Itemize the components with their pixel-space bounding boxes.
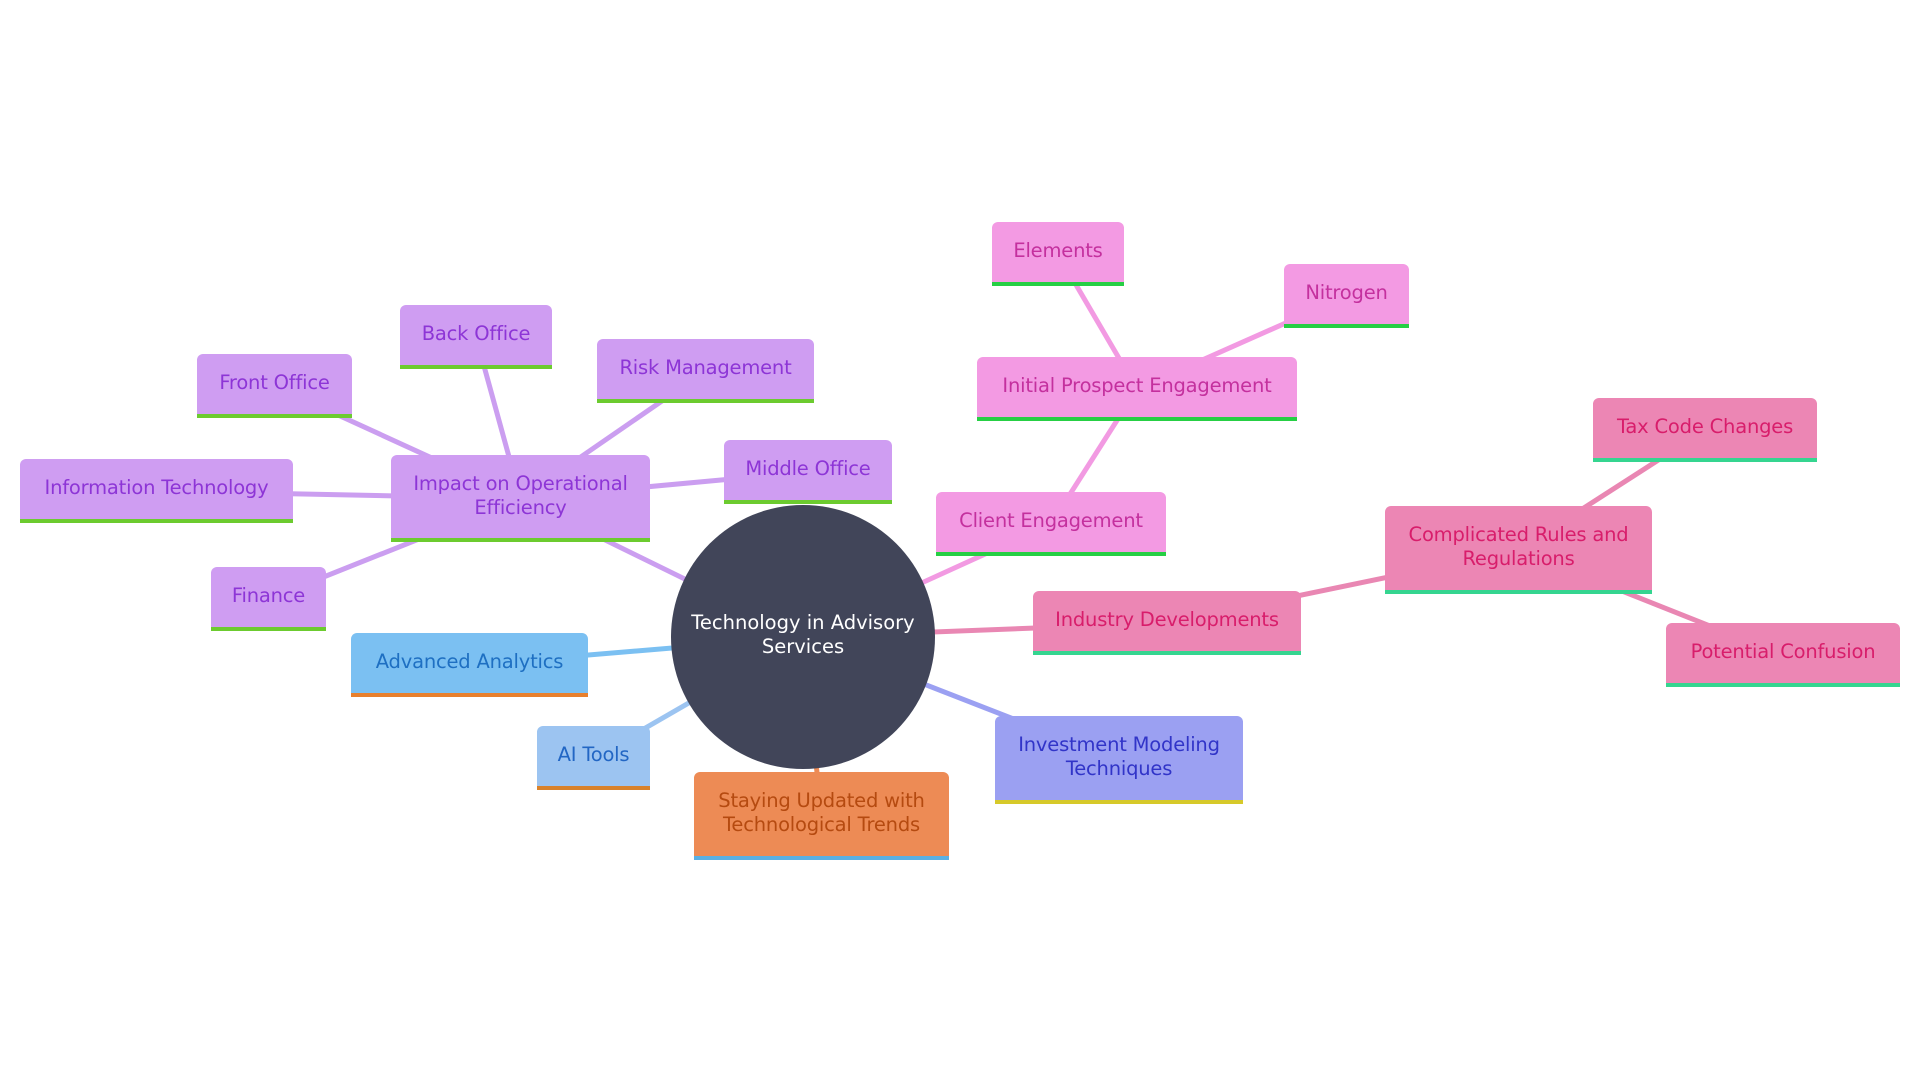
node-elements[interactable]: Elements	[992, 222, 1124, 286]
node-front-office[interactable]: Front Office	[197, 354, 352, 418]
node-industry-developments[interactable]: Industry Developments	[1033, 591, 1301, 655]
root-node-technology-in-advisory-services[interactable]: Technology in Advisory Services	[671, 505, 935, 769]
node-information-technology[interactable]: Information Technology	[20, 459, 293, 523]
node-potential-confusion[interactable]: Potential Confusion	[1666, 623, 1900, 687]
node-client-engagement[interactable]: Client Engagement	[936, 492, 1166, 556]
node-middle-office[interactable]: Middle Office	[724, 440, 892, 504]
node-finance[interactable]: Finance	[211, 567, 326, 631]
node-complicated-rules-and-regulations[interactable]: Complicated Rules and Regulations	[1385, 506, 1652, 594]
node-nitrogen[interactable]: Nitrogen	[1284, 264, 1409, 328]
node-advanced-analytics[interactable]: Advanced Analytics	[351, 633, 588, 697]
node-ai-tools[interactable]: AI Tools	[537, 726, 650, 790]
node-tax-code-changes[interactable]: Tax Code Changes	[1593, 398, 1817, 462]
node-impact-on-operational-efficiency[interactable]: Impact on Operational Efficiency	[391, 455, 650, 542]
node-risk-management[interactable]: Risk Management	[597, 339, 814, 403]
node-staying-updated-with-technological-trends[interactable]: Staying Updated with Technological Trend…	[694, 772, 949, 860]
node-initial-prospect-engagement[interactable]: Initial Prospect Engagement	[977, 357, 1297, 421]
mindmap-canvas: Impact on Operational Efficiency Front O…	[0, 0, 1920, 1080]
node-back-office[interactable]: Back Office	[400, 305, 552, 369]
node-investment-modeling-techniques[interactable]: Investment Modeling Techniques	[995, 716, 1243, 804]
